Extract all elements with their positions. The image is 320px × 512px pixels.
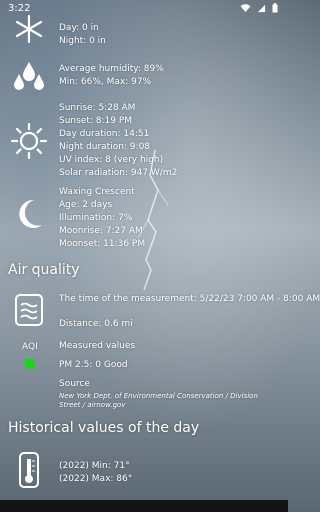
moon-age: Age: 2 days xyxy=(59,200,113,210)
sun-icon xyxy=(11,123,47,159)
uv-index: UV index: 8 (very high) xyxy=(59,155,164,165)
thermometer-icon xyxy=(19,452,39,488)
historical-min: (2022) Min: 71° xyxy=(59,461,130,471)
humidity-average: Average humidity: 89% xyxy=(59,64,164,74)
precip-night: Night: 0 in xyxy=(59,36,106,46)
navigation-bar xyxy=(0,500,288,512)
snowflake-icon xyxy=(15,14,43,44)
moon-illumination: Illumination: 7% xyxy=(59,213,133,223)
air-quality-filter-icon xyxy=(15,294,43,326)
sunset: Sunset: 8:19 PM xyxy=(59,116,133,126)
status-time: 3:22 xyxy=(8,3,31,14)
aq-source-text: New York Dept. of Environmental Conserva… xyxy=(59,392,258,409)
historical-max: (2022) Max: 86° xyxy=(59,474,133,484)
wifi-icon xyxy=(240,3,251,12)
battery-icon xyxy=(272,3,278,13)
aqi-label: AQI xyxy=(22,342,38,352)
night-duration: Night duration: 9:08 xyxy=(59,142,151,152)
precip-day: Day: 0 in xyxy=(59,23,99,33)
moon-phase: Waxing Crescent xyxy=(59,187,135,197)
aq-distance: Distance: 0.6 mi xyxy=(59,319,133,329)
aq-measurement-time: The time of the measurement: 5/22/23 7:0… xyxy=(59,294,320,304)
cellular-icon xyxy=(257,4,266,12)
solar-radiation: Solar radiation: 947 W/m2 xyxy=(59,168,178,178)
aq-pm25-value: PM 2.5: 0 Good xyxy=(59,360,128,370)
moon-icon xyxy=(19,199,42,228)
aq-measured-values-label: Measured values xyxy=(59,341,136,351)
aqi-status-swatch xyxy=(25,359,35,369)
humidity-drops-icon xyxy=(14,62,44,90)
moonset: Moonset: 11:36 PM xyxy=(59,239,146,249)
day-duration: Day duration: 14:51 xyxy=(59,129,150,139)
humidity-minmax: Min: 66%, Max: 97% xyxy=(59,77,152,87)
air-quality-heading: Air quality xyxy=(8,262,80,278)
aq-source-label: Source xyxy=(59,379,90,389)
historical-heading: Historical values of the day xyxy=(8,420,200,436)
moonrise: Moonrise: 7:27 AM xyxy=(59,226,143,236)
sunrise: Sunrise: 5:28 AM xyxy=(59,103,136,113)
